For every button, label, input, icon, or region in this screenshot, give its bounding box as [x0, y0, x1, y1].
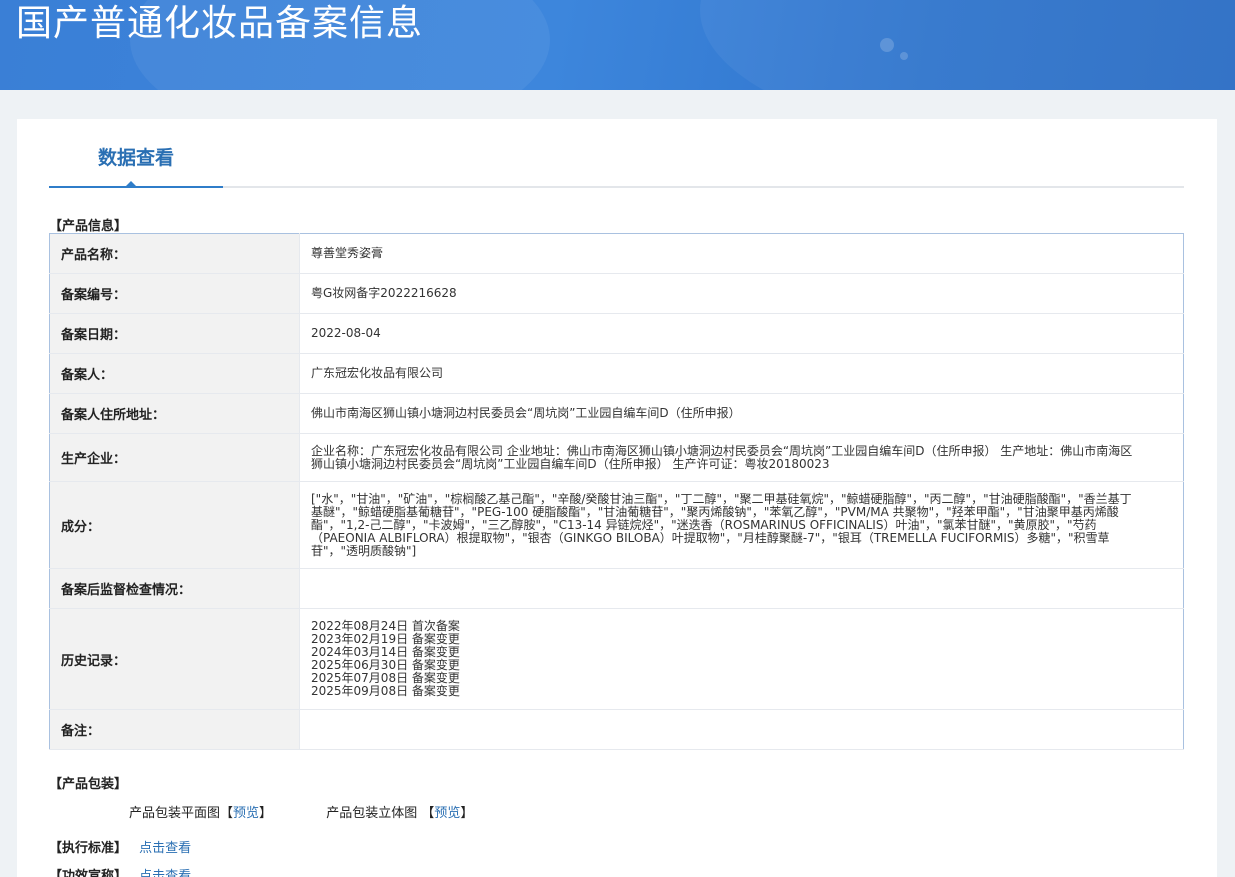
- table-row: 备案人： 广东冠宏化妆品有限公司: [49, 353, 1184, 394]
- efficacy-view-link[interactable]: 点击查看: [139, 869, 191, 877]
- history-value: 2022年08月24日 首次备案 2023年02月19日 备案变更 2024年0…: [299, 608, 1184, 710]
- product-info-title: 【产品信息】: [49, 219, 128, 234]
- standard-row: 【执行标准】 点击查看: [49, 837, 191, 856]
- efficacy-row: 【功效宣称】 点击查看: [49, 865, 191, 877]
- packaging-flat-preview-link[interactable]: 预览: [233, 806, 259, 821]
- row-label: 备案人住所地址：: [49, 393, 300, 434]
- content-panel: 数据查看 【产品信息】 产品名称： 尊善堂秀姿膏 备案编号： 粤G妆网备字202…: [17, 119, 1217, 877]
- packaging-flat: 产品包装平面图【预览】: [129, 806, 277, 821]
- banner-dot: [900, 52, 908, 60]
- table-row: 生产企业： 企业名称：广东冠宏化妆品有限公司 企业地址：佛山市南海区狮山镇小塘洞…: [49, 433, 1184, 482]
- table-row: 备案编号： 粤G妆网备字2022216628: [49, 273, 1184, 314]
- row-label: 备案人：: [49, 353, 300, 394]
- row-label: 生产企业：: [49, 433, 300, 482]
- packaging-solid: 产品包装立体图 【预览】: [326, 806, 474, 821]
- row-label: 备案后监督检查情况：: [49, 568, 300, 609]
- table-row: 产品名称： 尊善堂秀姿膏: [49, 233, 1184, 274]
- standard-label: 【执行标准】: [49, 841, 128, 856]
- row-label: 成分：: [49, 481, 300, 569]
- registrant-value: 广东冠宏化妆品有限公司: [299, 353, 1184, 394]
- product-info-table: 产品名称： 尊善堂秀姿膏 备案编号： 粤G妆网备字2022216628 备案日期…: [49, 233, 1184, 750]
- standard-view-link[interactable]: 点击查看: [139, 841, 191, 856]
- tab-bar: 数据查看: [49, 119, 1184, 188]
- header-banner: 国产普通化妆品备案信息: [0, 0, 1235, 90]
- registration-date-value: 2022-08-04: [299, 313, 1184, 354]
- tab-active-indicator: [125, 181, 137, 187]
- row-label: 备案编号：: [49, 273, 300, 314]
- efficacy-label: 【功效宣称】: [49, 869, 128, 877]
- supervision-value: [299, 568, 1184, 609]
- banner-dot: [880, 38, 894, 52]
- table-row: 成分： ["水"，"甘油"，"矿油"，"棕榈酸乙基己酯"，"辛酸/癸酸甘油三酯"…: [49, 481, 1184, 569]
- row-label: 备案日期：: [49, 313, 300, 354]
- row-label: 产品名称：: [49, 233, 300, 274]
- manufacturer-value: 企业名称：广东冠宏化妆品有限公司 企业地址：佛山市南海区狮山镇小塘洞边村民委员会…: [299, 433, 1184, 482]
- packaging-solid-preview-link[interactable]: 预览: [434, 806, 460, 821]
- row-label: 历史记录：: [49, 608, 300, 710]
- packaging-row: 产品包装平面图【预览】 产品包装立体图 【预览】: [129, 802, 523, 821]
- page-title: 国产普通化妆品备案信息: [16, 3, 424, 44]
- table-row: 备案日期： 2022-08-04: [49, 313, 1184, 354]
- tab-data-view[interactable]: 数据查看: [49, 119, 223, 188]
- history-entry: 2025年09月08日 备案变更: [311, 684, 460, 698]
- product-name-value: 尊善堂秀姿膏: [299, 233, 1184, 274]
- packaging-flat-label: 产品包装平面图: [129, 806, 221, 821]
- remarks-value: [299, 709, 1184, 750]
- table-row: 备案人住所地址： 佛山市南海区狮山镇小塘洞边村民委员会“周坑岗”工业园自编车间D…: [49, 393, 1184, 434]
- table-row: 历史记录： 2022年08月24日 首次备案 2023年02月19日 备案变更 …: [49, 608, 1184, 710]
- table-row: 备案后监督检查情况：: [49, 568, 1184, 609]
- table-row: 备注：: [49, 709, 1184, 750]
- registrant-address-value: 佛山市南海区狮山镇小塘洞边村民委员会“周坑岗”工业园自编车间D（住所申报）: [299, 393, 1184, 434]
- row-label: 备注：: [49, 709, 300, 750]
- tab-label: 数据查看: [97, 147, 174, 169]
- banner-decoration: [700, 0, 1235, 90]
- packaging-title: 【产品包装】: [49, 777, 128, 792]
- registration-number-value: 粤G妆网备字2022216628: [299, 273, 1184, 314]
- ingredients-value: ["水"，"甘油"，"矿油"，"棕榈酸乙基己酯"，"辛酸/癸酸甘油三酯"，"丁二…: [299, 481, 1184, 569]
- packaging-solid-label: 产品包装立体图: [326, 806, 418, 821]
